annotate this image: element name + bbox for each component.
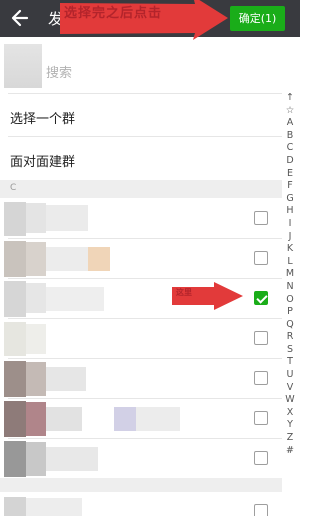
- index-letter[interactable]: Q: [283, 319, 297, 332]
- index-letter[interactable]: N: [283, 281, 297, 294]
- index-letter[interactable]: C: [283, 142, 297, 155]
- annotation-mid-text: 这里: [176, 287, 192, 297]
- contact-checkbox[interactable]: [254, 504, 268, 516]
- index-letter[interactable]: G: [283, 193, 297, 206]
- contact-checkbox[interactable]: [254, 371, 268, 385]
- contact-checkbox[interactable]: [254, 411, 268, 425]
- index-letter[interactable]: D: [283, 155, 297, 168]
- contact-checkbox[interactable]: [254, 331, 268, 345]
- index-letter[interactable]: Y: [283, 419, 297, 432]
- index-letter[interactable]: ↑: [283, 92, 297, 105]
- alphabet-index[interactable]: ↑ ☆ A B C D E F G H I J K L M N O P Q R S T U V W X Y Z #: [283, 92, 297, 457]
- index-letter[interactable]: I: [283, 218, 297, 231]
- section-header: [0, 478, 282, 492]
- index-letter[interactable]: H: [283, 205, 297, 218]
- index-letter[interactable]: #: [283, 445, 297, 458]
- index-letter[interactable]: T: [283, 356, 297, 369]
- index-letter[interactable]: F: [283, 180, 297, 193]
- index-letter[interactable]: V: [283, 382, 297, 395]
- index-letter[interactable]: R: [283, 331, 297, 344]
- index-letter[interactable]: O: [283, 294, 297, 307]
- contact-row[interactable]: [0, 439, 282, 477]
- index-letter[interactable]: ☆: [283, 105, 297, 118]
- index-letter[interactable]: S: [283, 344, 297, 357]
- index-letter[interactable]: P: [283, 306, 297, 319]
- index-letter[interactable]: W: [283, 394, 297, 407]
- index-letter[interactable]: E: [283, 168, 297, 181]
- contact-row[interactable]: [0, 319, 282, 357]
- index-letter[interactable]: L: [283, 256, 297, 269]
- index-letter[interactable]: X: [283, 407, 297, 420]
- index-letter[interactable]: J: [283, 231, 297, 244]
- contact-checkbox[interactable]: [254, 451, 268, 465]
- contact-row[interactable]: [0, 399, 282, 437]
- index-letter[interactable]: U: [283, 369, 297, 382]
- index-letter[interactable]: B: [283, 130, 297, 143]
- index-letter[interactable]: Z: [283, 432, 297, 445]
- index-letter[interactable]: K: [283, 243, 297, 256]
- contact-row[interactable]: [0, 493, 282, 516]
- index-letter[interactable]: A: [283, 117, 297, 130]
- index-letter[interactable]: M: [283, 268, 297, 281]
- contact-row[interactable]: [0, 359, 282, 397]
